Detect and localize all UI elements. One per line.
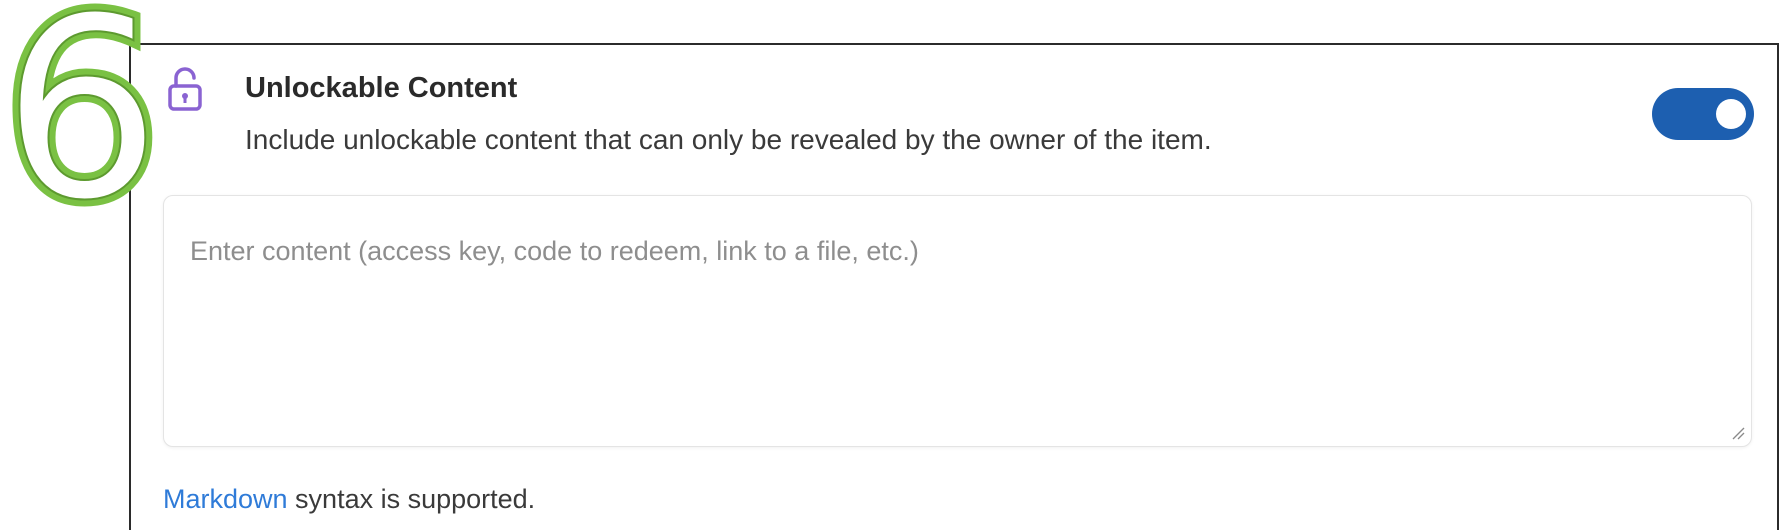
resize-handle-icon[interactable]: [1729, 424, 1745, 440]
markdown-note-text: syntax is supported.: [287, 484, 536, 514]
markdown-note: Markdown syntax is supported.: [163, 484, 535, 515]
unlockable-content-toggle[interactable]: [1652, 88, 1754, 140]
markdown-link[interactable]: Markdown: [163, 484, 288, 514]
section-title: Unlockable Content: [245, 72, 518, 104]
section-description: Include unlockable content that can only…: [245, 124, 1212, 155]
unlock-icon: [168, 67, 202, 111]
step-number-6: 6 6: [0, 0, 168, 262]
svg-text:6: 6: [2, 0, 161, 255]
unlockable-content-input[interactable]: [164, 196, 1751, 446]
unlockable-content-field: [163, 195, 1752, 447]
toggle-knob: [1716, 99, 1746, 129]
